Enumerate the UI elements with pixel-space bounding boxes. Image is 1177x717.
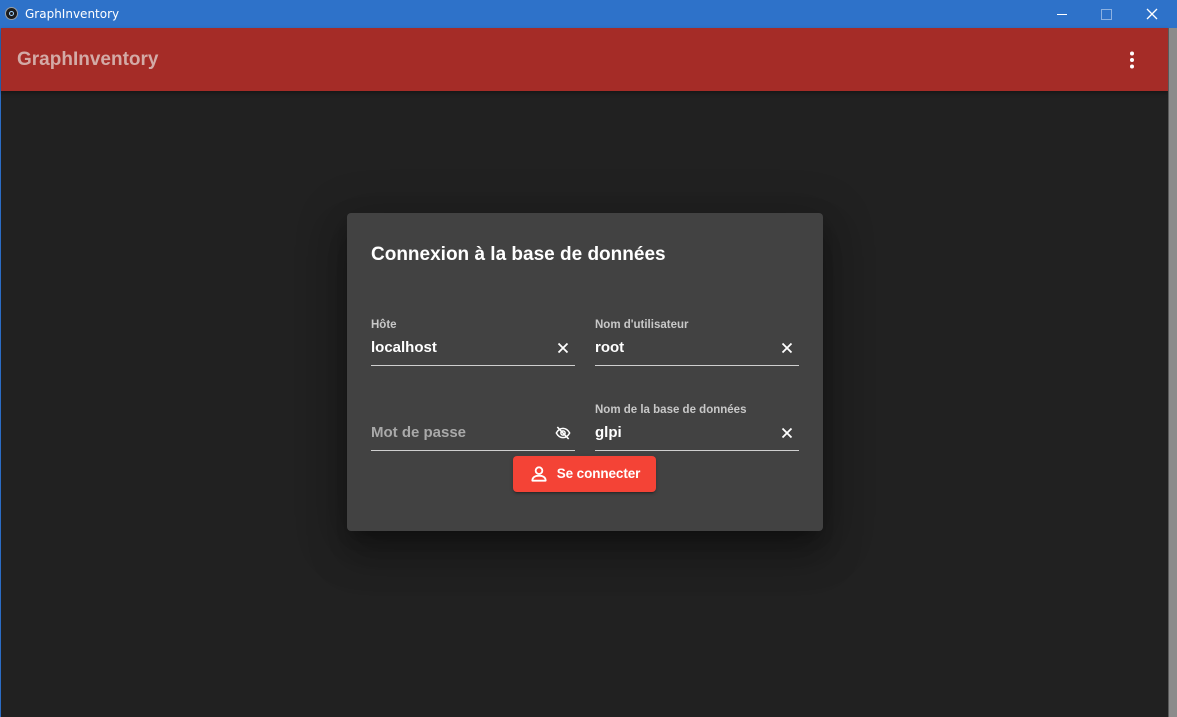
close-window-button[interactable] xyxy=(1129,0,1175,28)
password-underline xyxy=(371,450,575,451)
maximize-icon xyxy=(1100,8,1112,20)
window-title: GraphInventory xyxy=(25,7,120,21)
minimize-button[interactable] xyxy=(1039,0,1085,28)
close-icon xyxy=(1146,8,1158,20)
app-icon xyxy=(5,7,18,20)
app-title: GraphInventory xyxy=(17,49,159,70)
connect-button[interactable]: Se connecter xyxy=(513,456,656,492)
username-underline xyxy=(595,365,799,366)
username-label: Nom d'utilisateur xyxy=(595,319,689,331)
connect-button-label: Se connecter xyxy=(556,466,641,481)
host-label: Hôte xyxy=(371,319,397,331)
app-content: GraphInventory Connexion à la base de do… xyxy=(1,28,1168,717)
clear-icon[interactable] xyxy=(779,425,795,441)
minimize-icon xyxy=(1057,13,1067,15)
clear-icon[interactable] xyxy=(555,340,571,356)
more-options-button[interactable] xyxy=(1112,40,1152,80)
app-toolbar: GraphInventory xyxy=(1,28,1168,91)
person-outline-icon xyxy=(529,464,549,484)
host-input[interactable]: localhost xyxy=(371,338,437,358)
database-underline xyxy=(595,450,799,451)
connection-dialog: Connexion à la base de données Hôte loca… xyxy=(347,213,823,531)
window-edge xyxy=(1168,28,1177,717)
host-underline xyxy=(371,365,575,366)
maximize-button[interactable] xyxy=(1083,0,1129,28)
dialog-title: Connexion à la base de données xyxy=(371,244,666,265)
password-field[interactable]: Mot de passe xyxy=(371,403,575,457)
username-field[interactable]: Nom d'utilisateur root xyxy=(595,318,799,372)
window-titlebar[interactable]: GraphInventory xyxy=(0,0,1177,28)
database-input[interactable]: glpi xyxy=(595,423,622,443)
visibility-off-icon[interactable] xyxy=(555,425,571,441)
database-label: Nom de la base de données xyxy=(595,404,747,416)
application-window: GraphInventory GraphInventory Connexion … xyxy=(0,0,1177,717)
clear-icon[interactable] xyxy=(779,340,795,356)
more-vert-icon xyxy=(1130,51,1134,69)
password-input[interactable]: Mot de passe xyxy=(371,423,466,443)
database-field[interactable]: Nom de la base de données glpi xyxy=(595,403,799,457)
username-input[interactable]: root xyxy=(595,338,624,358)
host-field[interactable]: Hôte localhost xyxy=(371,318,575,372)
